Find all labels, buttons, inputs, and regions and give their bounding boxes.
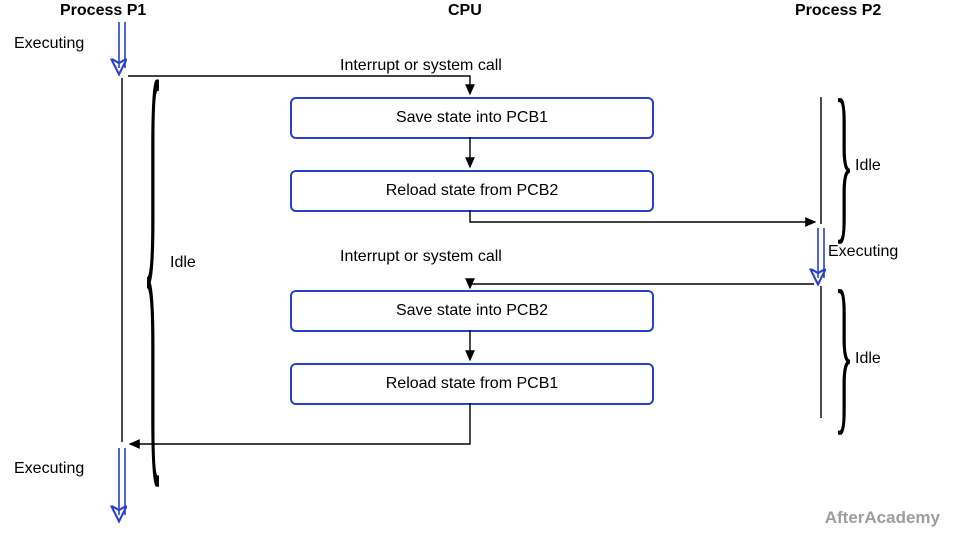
connectors — [0, 0, 960, 540]
watermark: AfterAcademy — [825, 508, 940, 528]
p2-timeline — [818, 228, 824, 278]
diagram-stage: Process P1 CPU Process P2 Executing Idle… — [0, 0, 960, 540]
